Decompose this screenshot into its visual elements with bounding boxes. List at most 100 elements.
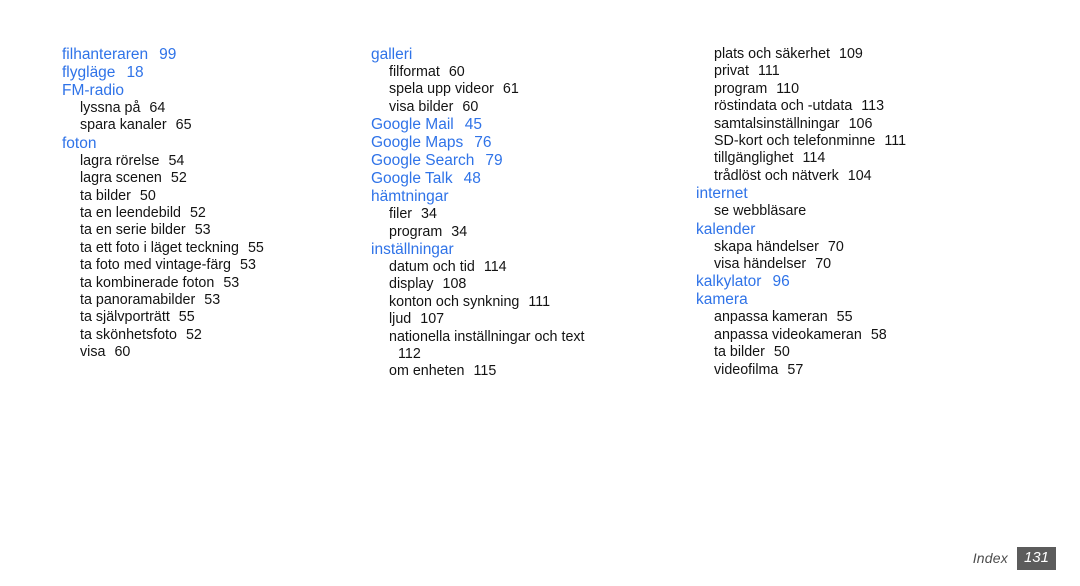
index-heading-label: kalender bbox=[696, 220, 756, 238]
index-entry-label: se webbläsare bbox=[714, 203, 807, 220]
index-entry[interactable]: privat 111 bbox=[696, 63, 1075, 80]
index-entry-label: ta skönhetsfoto bbox=[80, 326, 177, 343]
index-entry-label: anpassa videokameran bbox=[714, 326, 862, 343]
index-entry-page-number: 109 bbox=[839, 46, 863, 62]
index-entry[interactable]: nationella inställningar och text112 bbox=[371, 329, 611, 364]
index-entry[interactable]: display 108 bbox=[371, 276, 675, 293]
index-entry-label: skapa händelser bbox=[714, 238, 819, 255]
index-entry[interactable]: anpassa videokameran 58 bbox=[696, 327, 1075, 344]
index-entry[interactable]: SD-kort och telefonminne 111 bbox=[696, 133, 1075, 150]
index-entry-page-number: 52 bbox=[185, 326, 202, 343]
index-entry[interactable]: spela upp videor 61 bbox=[371, 81, 675, 98]
index-entry-label: lagra scenen bbox=[80, 170, 162, 187]
index-heading[interactable]: galleri bbox=[371, 46, 675, 64]
index-entry[interactable]: program 110 bbox=[696, 81, 1075, 98]
index-heading-label: Google Maps bbox=[371, 134, 464, 152]
index-entry[interactable]: spara kanaler 65 bbox=[62, 117, 340, 134]
index-entry[interactable]: visa 60 bbox=[62, 344, 340, 361]
index-entry-page-number: 55 bbox=[178, 309, 195, 326]
index-entry[interactable]: röstindata och -utdata 113 bbox=[696, 98, 1075, 115]
index-entry-page-number: 107 bbox=[420, 311, 445, 328]
index-entry[interactable]: ta bilder 50 bbox=[696, 344, 1075, 361]
index-heading-label: flygläge bbox=[62, 64, 116, 81]
index-entry[interactable]: samtalsinställningar 106 bbox=[696, 116, 1075, 133]
index-entry-page-number: 53 bbox=[240, 257, 256, 274]
index-entry-page-number: 57 bbox=[787, 361, 804, 378]
index-entry[interactable]: anpassa kameran 55 bbox=[696, 309, 1075, 326]
index-entry-label: röstindata och -utdata bbox=[714, 98, 853, 115]
index-heading[interactable]: Google Search 79 bbox=[371, 152, 675, 170]
index-heading[interactable]: Google Maps 76 bbox=[371, 134, 675, 152]
index-entry[interactable]: ta kombinerade foton 53 bbox=[62, 275, 340, 292]
index-entry[interactable]: ta ett foto i läget teckning 55 bbox=[62, 240, 340, 257]
index-heading-label: kamera bbox=[696, 291, 748, 309]
index-heading[interactable]: hämtningar bbox=[371, 188, 675, 206]
index-heading[interactable]: Google Talk 48 bbox=[371, 170, 675, 188]
index-entry-label: ljud bbox=[389, 311, 412, 328]
index-heading[interactable]: filhanteraren 99 bbox=[62, 46, 340, 64]
index-entry-label: program bbox=[714, 80, 768, 97]
index-entry-page-number: 53 bbox=[223, 274, 240, 291]
index-heading[interactable]: flygläge 18 bbox=[62, 64, 340, 82]
index-heading[interactable]: internet bbox=[696, 185, 1075, 203]
index-entry[interactable]: ta foto med vintage-färg 53 bbox=[62, 257, 340, 274]
index-entry[interactable]: skapa händelser 70 bbox=[696, 239, 1075, 256]
index-entry-page-number: 60 bbox=[462, 98, 479, 115]
index-entry[interactable]: ljud 107 bbox=[371, 311, 675, 328]
index-entry-label: tillgänglighet bbox=[714, 150, 794, 167]
index-entry[interactable]: videofilma 57 bbox=[696, 362, 1075, 379]
index-heading-page-number: 96 bbox=[772, 273, 790, 291]
index-entry-label: anpassa kameran bbox=[714, 309, 828, 326]
index-heading[interactable]: Google Mail 45 bbox=[371, 116, 675, 134]
footer-page-number: 131 bbox=[1016, 546, 1056, 570]
index-heading[interactable]: kalender bbox=[696, 221, 1075, 239]
index-heading[interactable]: kalkylator 96 bbox=[696, 273, 1075, 291]
index-entry-page-number: 108 bbox=[442, 276, 467, 293]
index-column-3: plats och säkerhet 109 privat 111 program 110… bbox=[675, 46, 1075, 379]
index-entry-label: trådlöst och nätverk bbox=[714, 167, 839, 184]
index-entry-page-number: 50 bbox=[139, 187, 156, 204]
index-entry[interactable]: visa bilder 60 bbox=[371, 99, 675, 116]
index-heading[interactable]: kamera bbox=[696, 291, 1075, 309]
index-group: internet se webbläsare bbox=[696, 185, 1075, 220]
index-heading[interactable]: inställningar bbox=[371, 241, 675, 259]
index-entry[interactable]: ta panoramabilder 53 bbox=[62, 292, 340, 309]
index-entry[interactable]: plats och säkerhet 109 bbox=[696, 46, 1075, 63]
index-entry[interactable]: ta en serie bilder 53 bbox=[62, 222, 340, 239]
index-entry[interactable]: filer 34 bbox=[371, 206, 675, 223]
index-entry[interactable]: lagra scenen 52 bbox=[62, 170, 340, 187]
index-entry[interactable]: lyssna på 64 bbox=[62, 100, 340, 117]
index-entry[interactable]: konton och synkning 111 bbox=[371, 294, 675, 311]
index-entry-page-number: 70 bbox=[815, 256, 832, 273]
index-entry[interactable]: visa händelser 70 bbox=[696, 256, 1075, 273]
index-entry[interactable]: program 34 bbox=[371, 224, 675, 241]
index-group: plats och säkerhet 109 privat 111 program 110… bbox=[696, 46, 1075, 185]
index-entry[interactable]: ta skönhetsfoto 52 bbox=[62, 327, 340, 344]
index-heading[interactable]: foton bbox=[62, 135, 340, 153]
index-entry[interactable]: om enheten 115 bbox=[371, 363, 675, 380]
index-entry[interactable]: ta bilder 50 bbox=[62, 188, 340, 205]
index-group: kalender skapa händelser 70 visa händelser 7… bbox=[696, 221, 1075, 274]
index-entry-page-number: 55 bbox=[247, 239, 264, 256]
index-heading-page-number: 99 bbox=[159, 46, 177, 63]
index-heading-label: FM-radio bbox=[62, 82, 125, 99]
index-entry-label: ta bilder bbox=[80, 187, 131, 204]
index-entry-label: plats och säkerhet bbox=[714, 46, 831, 62]
index-heading[interactable]: FM-radio bbox=[62, 82, 340, 100]
index-entry[interactable]: ta självporträtt 55 bbox=[62, 309, 340, 326]
index-entry-label: visa händelser bbox=[714, 256, 807, 273]
index-entry[interactable]: ta en leendebild 52 bbox=[62, 205, 340, 222]
index-entry-label: ta självporträtt bbox=[80, 309, 170, 326]
index-heading-label: galleri bbox=[371, 46, 413, 63]
index-entry-page-number: 106 bbox=[848, 115, 873, 132]
index-group: galleri filformat 60 spela upp videor 61 visa… bbox=[371, 46, 675, 116]
index-entry[interactable]: trådlöst och nätverk 104 bbox=[696, 168, 1075, 185]
index-entry-page-number: 114 bbox=[483, 259, 507, 276]
index-entry[interactable]: lagra rörelse 54 bbox=[62, 153, 340, 170]
index-heading-label: inställningar bbox=[371, 241, 454, 259]
index-entry[interactable]: tillgänglighet 114 bbox=[696, 150, 1075, 167]
index-entry[interactable]: datum och tid 114 bbox=[371, 259, 675, 276]
index-entry[interactable]: se webbläsare bbox=[696, 203, 1075, 220]
index-entry[interactable]: filformat 60 bbox=[371, 64, 675, 81]
index-entry-page-number: 53 bbox=[194, 222, 211, 239]
